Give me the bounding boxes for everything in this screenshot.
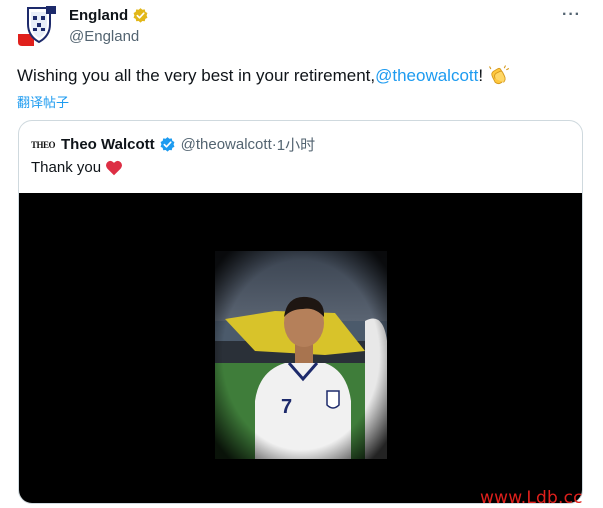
tweet-text: Wishing you all the very best in your re…	[17, 65, 510, 87]
quoted-tweet[interactable]: THEO Theo Walcott @theowalcott · 1小时 Tha…	[18, 120, 583, 504]
tweet-text-suffix: !	[478, 66, 484, 85]
translate-post-link[interactable]: 翻译帖子	[17, 92, 69, 111]
tweet[interactable]: England @England ··· Wishing you all the…	[0, 0, 603, 508]
video-player[interactable]: 7	[19, 193, 582, 503]
author-handle[interactable]: @England	[69, 28, 139, 45]
quoted-text: Thank you	[31, 159, 123, 176]
quoted-author-name[interactable]: Theo Walcott	[61, 136, 155, 153]
author-name-row[interactable]: England	[69, 7, 149, 24]
red-heart-icon	[106, 160, 123, 175]
england-crest-icon[interactable]	[16, 4, 58, 48]
watermark: www.Ldb.cc	[480, 488, 583, 508]
video-frame: 7	[215, 251, 387, 459]
quoted-text-body: Thank you	[31, 159, 102, 176]
mention-link[interactable]: @theowalcott	[375, 66, 478, 86]
quoted-author-handle[interactable]: @theowalcott	[181, 136, 272, 153]
author-name[interactable]: England	[69, 7, 128, 24]
quoted-timestamp[interactable]: 1小时	[277, 134, 315, 155]
blue-verified-badge-icon[interactable]	[159, 136, 176, 153]
clapping-hands-icon	[489, 65, 510, 85]
gold-verified-badge-icon[interactable]	[132, 7, 149, 24]
more-options-icon[interactable]: ···	[562, 6, 581, 24]
quoted-header: THEO Theo Walcott @theowalcott · 1小时	[31, 134, 315, 155]
tweet-text-prefix: Wishing you all the very best in your re…	[17, 66, 376, 85]
quoted-avatar-logo[interactable]: THEO	[31, 140, 56, 150]
